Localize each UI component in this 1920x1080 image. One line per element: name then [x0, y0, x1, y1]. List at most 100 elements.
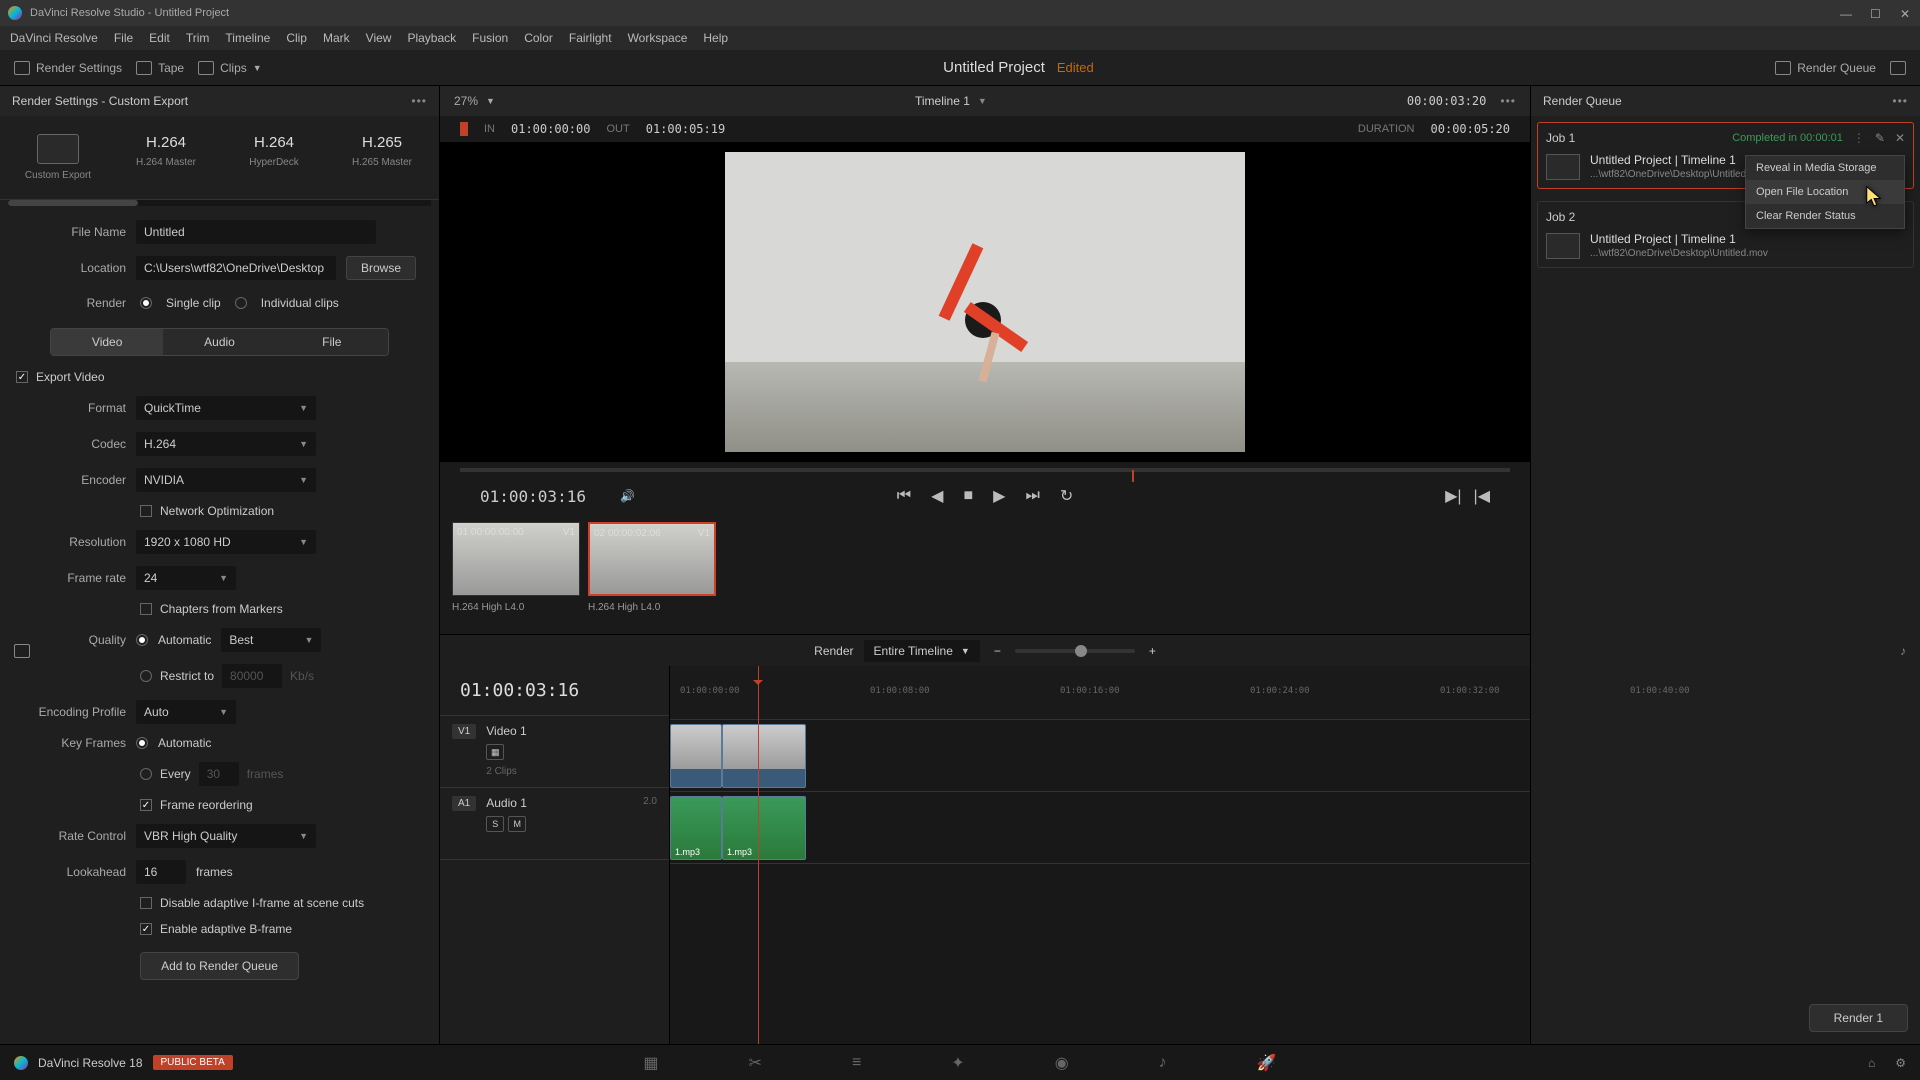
prev-button[interactable]: ◀ [931, 486, 943, 506]
menu-item[interactable]: Edit [149, 31, 170, 45]
video-clip[interactable]: boy_... [722, 724, 806, 788]
render-settings-toggle[interactable]: Render Settings [14, 61, 122, 75]
deliver-page-icon[interactable]: 🚀 [1257, 1053, 1277, 1073]
edit-page-icon[interactable]: ≡ [852, 1054, 861, 1072]
first-button[interactable]: ⏮ [897, 487, 911, 505]
close-icon[interactable]: ✕ [1895, 131, 1905, 145]
tab-video[interactable]: Video [51, 329, 163, 355]
menu-item[interactable]: Timeline [225, 31, 270, 45]
menu-item[interactable]: Clip [286, 31, 307, 45]
quality-auto-radio[interactable] [136, 634, 148, 646]
resolution-select[interactable]: 1920 x 1080 HD▼ [136, 530, 316, 554]
menu-icon[interactable]: ••• [1892, 94, 1908, 108]
play-button[interactable]: ▶ [993, 486, 1005, 506]
viewer[interactable] [440, 142, 1530, 462]
mute-button[interactable]: M [508, 816, 526, 832]
scrubber[interactable] [440, 462, 1530, 478]
menu-icon[interactable]: ••• [411, 94, 427, 108]
menu-item[interactable]: Help [703, 31, 728, 45]
enable-b-check[interactable] [140, 923, 152, 935]
menu-icon[interactable]: ••• [1500, 94, 1516, 108]
zoom-slider[interactable] [1015, 649, 1135, 653]
format-select[interactable]: QuickTime▼ [136, 396, 316, 420]
tl-options-icon[interactable] [14, 644, 30, 658]
single-clip-radio[interactable] [140, 297, 152, 309]
preset-custom[interactable]: Custom Export [8, 126, 108, 189]
export-video-check[interactable] [16, 371, 28, 383]
render-scope-select[interactable]: Entire Timeline▼ [864, 640, 980, 662]
menu-item[interactable]: Playback [407, 31, 456, 45]
render-queue-toggle[interactable]: Render Queue [1775, 61, 1876, 75]
codec-select[interactable]: H.264▼ [136, 432, 316, 456]
solo-button[interactable]: S [486, 816, 504, 832]
disable-i-check[interactable] [140, 897, 152, 909]
cut-page-icon[interactable]: ✂ [749, 1053, 762, 1073]
clips-toggle[interactable]: Clips▼ [198, 61, 262, 75]
menu-item[interactable]: Fusion [472, 31, 508, 45]
tab-audio[interactable]: Audio [163, 329, 275, 355]
net-opt-check[interactable] [140, 505, 152, 517]
settings-icon[interactable]: ⚙ [1895, 1056, 1906, 1070]
menu-item[interactable]: DaVinci Resolve [10, 31, 98, 45]
edit-icon[interactable]: ✎ [1875, 131, 1885, 145]
job-1[interactable]: Job 1 Completed in 00:00:01 ⋮ ✎ ✕ Untitl… [1537, 122, 1914, 189]
playhead[interactable] [758, 666, 759, 1044]
audio-clip[interactable]: 1.mp3 [722, 796, 806, 860]
ratectl-select[interactable]: VBR High Quality▼ [136, 824, 316, 848]
menu-item[interactable]: Mark [323, 31, 350, 45]
preset-h264-master[interactable]: H.264H.264 Master [116, 126, 216, 189]
file-name-input[interactable] [136, 220, 376, 244]
audio-clip[interactable]: 1.mp3 [670, 796, 722, 860]
clip-card[interactable]: 02 00:00:02:06V1 H.264 High L4.0 [588, 522, 716, 626]
audio-icon[interactable]: ♪ [1900, 644, 1906, 658]
menu-item[interactable]: Workspace [628, 31, 688, 45]
individual-clips-radio[interactable] [235, 297, 247, 309]
maximize-button[interactable]: ☐ [1870, 7, 1882, 19]
v1-track[interactable]: boy_... boy_... [670, 720, 1530, 792]
color-page-icon[interactable]: ◉ [1055, 1053, 1069, 1073]
v1-header[interactable]: V1 Video 1▦2 Clips [440, 716, 669, 788]
encoder-select[interactable]: NVIDIA▼ [136, 468, 316, 492]
media-page-icon[interactable]: ▦ [643, 1053, 658, 1073]
speaker-icon[interactable]: 🔊 [620, 489, 635, 503]
menu-item[interactable]: File [114, 31, 133, 45]
a1-track[interactable]: 1.mp3 1.mp3 [670, 792, 1530, 864]
a1-header[interactable]: A1 Audio 1SM 2.0 [440, 788, 669, 860]
ctx-reveal[interactable]: Reveal in Media Storage [1746, 156, 1904, 180]
framerate-select[interactable]: 24▼ [136, 566, 236, 590]
menu-item[interactable]: Color [524, 31, 553, 45]
video-clip[interactable]: boy_... [670, 724, 722, 788]
quality-select[interactable]: Best▼ [221, 628, 321, 652]
keyframes-auto-radio[interactable] [136, 737, 148, 749]
zoom-control[interactable]: 27%▼ [454, 94, 495, 108]
expand-icon[interactable] [1890, 61, 1906, 75]
encprof-select[interactable]: Auto▼ [136, 700, 236, 724]
add-to-queue-button[interactable]: Add to Render Queue [140, 952, 299, 980]
menu-item[interactable]: Trim [186, 31, 210, 45]
next-button[interactable]: ⏭ [1025, 487, 1039, 505]
home-icon[interactable]: ⌂ [1868, 1056, 1875, 1070]
browse-button[interactable]: Browse [346, 256, 416, 280]
go-start-button[interactable]: |◀ [1474, 486, 1490, 506]
zoom-out-button[interactable]: − [994, 644, 1001, 658]
zoom-in-button[interactable]: + [1149, 644, 1156, 658]
preset-scrollbar[interactable] [8, 200, 431, 206]
stop-button[interactable]: ■ [963, 487, 973, 505]
go-end-button[interactable]: ▶| [1445, 486, 1461, 506]
restrict-radio[interactable] [140, 670, 152, 682]
tape-toggle[interactable]: Tape [136, 61, 184, 75]
close-button[interactable]: ✕ [1900, 7, 1912, 19]
clip-card[interactable]: 01 00:00:00:00V1 H.264 High L4.0 [452, 522, 580, 626]
preset-h265-master[interactable]: H.265H.265 Master [332, 126, 432, 189]
chapters-check[interactable] [140, 603, 152, 615]
menu-item[interactable]: Fairlight [569, 31, 612, 45]
timeline-name[interactable]: Timeline 1 [915, 94, 970, 108]
fusion-page-icon[interactable]: ✦ [951, 1053, 964, 1073]
preset-hyperdeck[interactable]: H.264HyperDeck [224, 126, 324, 189]
reorder-check[interactable] [140, 799, 152, 811]
tab-file[interactable]: File [276, 329, 388, 355]
location-input[interactable] [136, 256, 336, 280]
fairlight-page-icon[interactable]: ♪ [1159, 1054, 1167, 1072]
every-radio[interactable] [140, 768, 152, 780]
menu-item[interactable]: View [366, 31, 392, 45]
